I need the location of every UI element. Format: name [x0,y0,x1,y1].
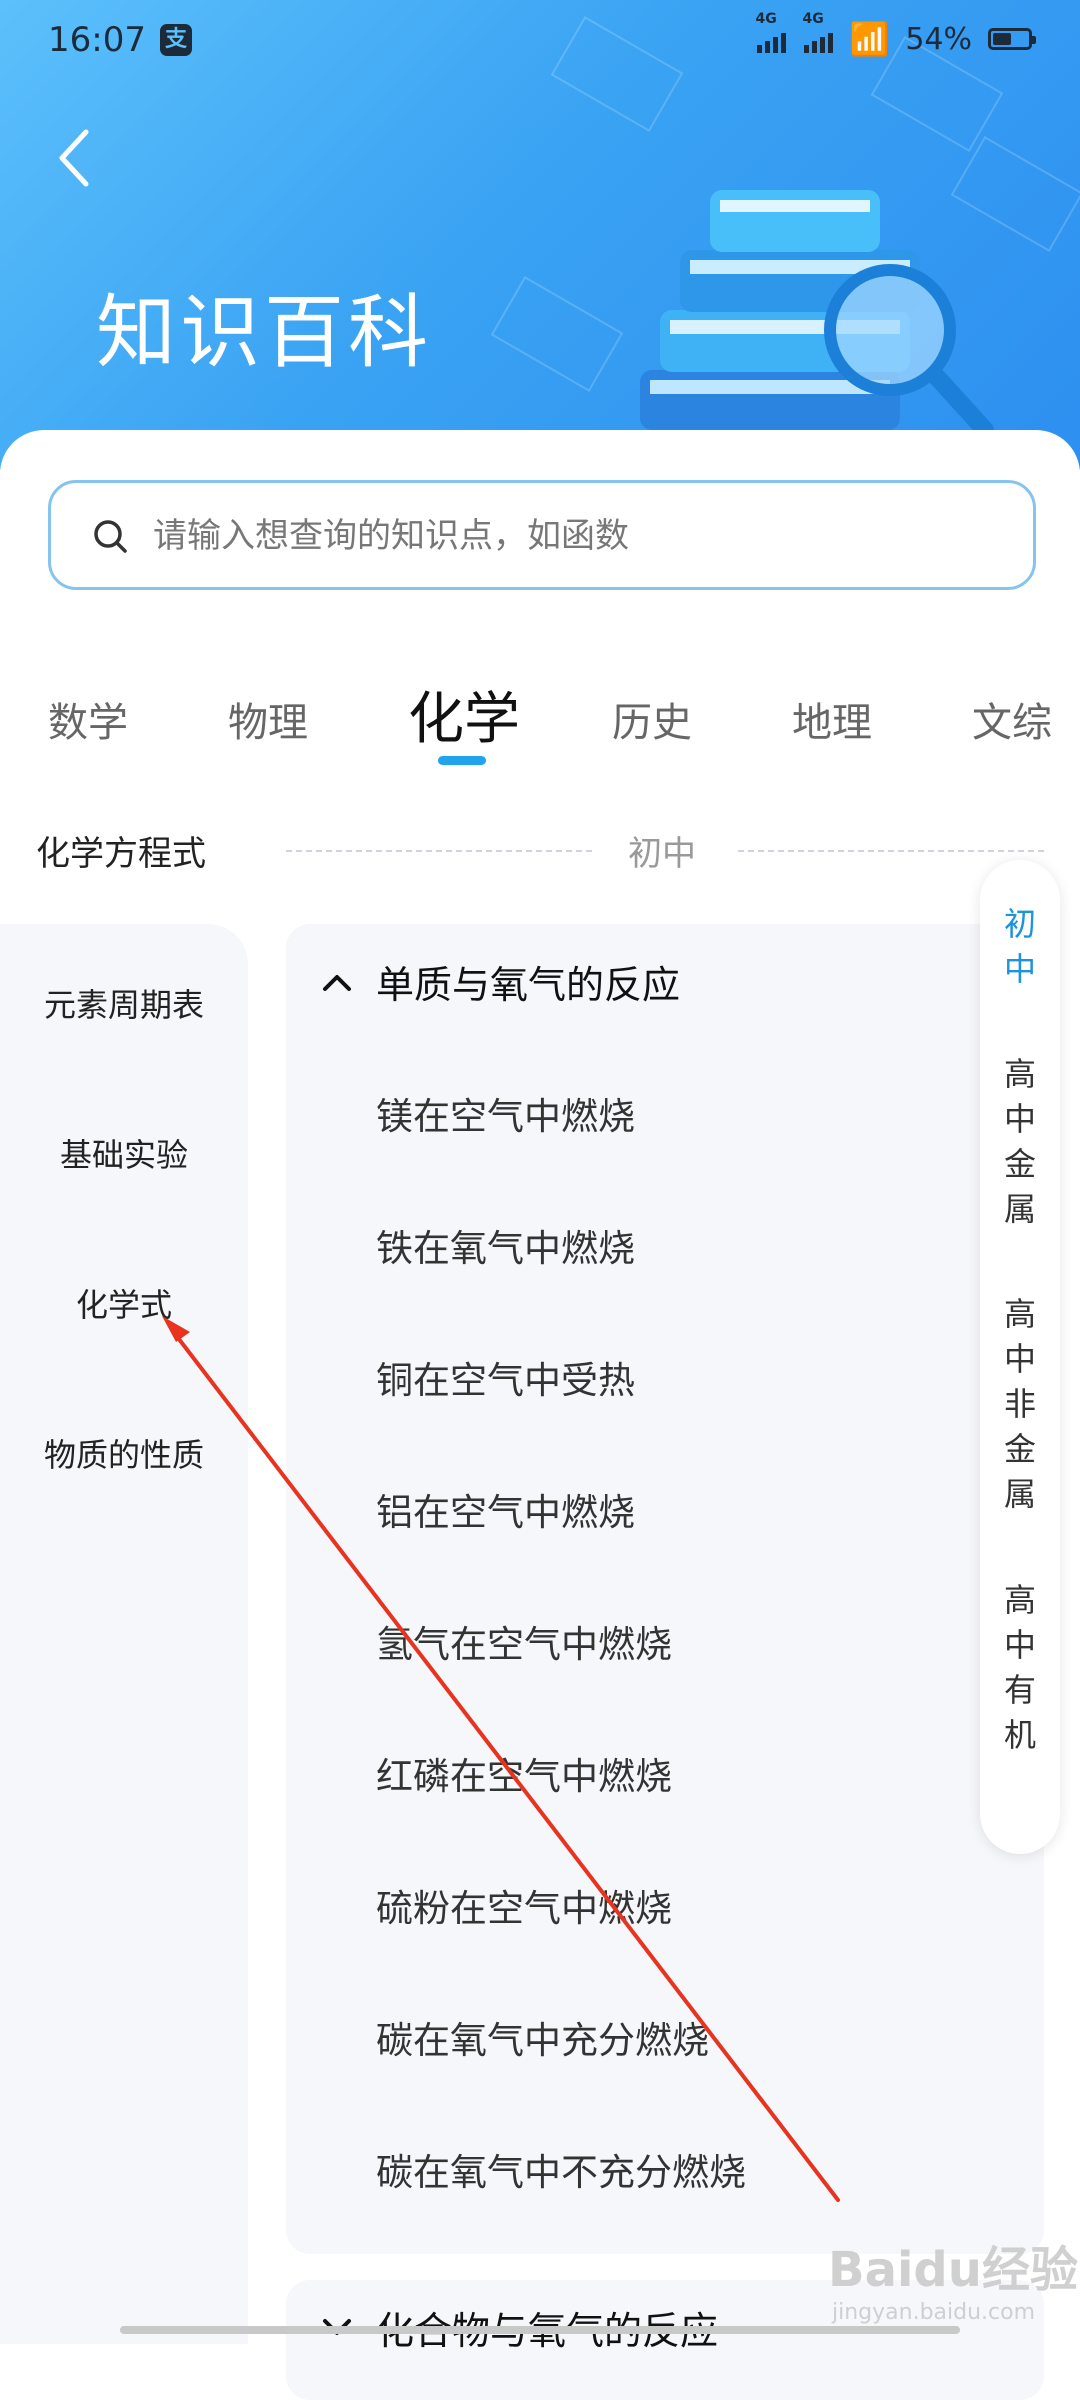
right-nav-char: 属 [1003,1475,1036,1513]
signal-icon: 4G [802,11,834,53]
left-nav-item-substance-properties[interactable]: 物质的性质 [0,1430,248,1476]
tab-history[interactable]: 历史 [612,690,692,748]
left-nav-item-basic-experiments[interactable]: 基础实验 [0,1130,248,1176]
left-nav-item-chemical-formula[interactable]: 化学式 [0,1280,248,1326]
list-item[interactable]: 氢气在空气中燃烧 [376,1614,672,1668]
search-bar[interactable] [48,480,1036,590]
right-nav-char: 金 [1003,1430,1036,1468]
right-nav-char: 初 [1003,905,1036,943]
divider [738,850,1044,852]
active-tab-indicator [438,756,486,765]
subject-tabs: 数学 物理 化学 历史 地理 文综 [0,660,1080,770]
right-nav-char: 非 [1003,1385,1036,1423]
right-nav-item-high-school-nonmetals[interactable]: 高 中 非 金 属 [980,1292,1060,1517]
right-nav-char: 金 [1003,1145,1036,1183]
right-nav-char: 高 [1003,1581,1036,1619]
right-nav-char: 有 [1003,1671,1036,1709]
watermark-text: Baidu经验 [828,2242,1078,2298]
list-item[interactable]: 碳在氧气中充分燃烧 [376,2010,709,2064]
right-nav-char: 中 [1003,950,1036,988]
tab-physics[interactable]: 物理 [228,690,308,748]
right-nav-char: 高 [1003,1295,1036,1333]
tab-chemistry[interactable]: 化学 [408,674,520,755]
right-nav-char: 中 [1003,1626,1036,1664]
page-title: 知识百科 [96,286,432,379]
tab-math[interactable]: 数学 [48,690,128,748]
watermark-url: jingyan.baidu.com [832,2300,1036,2325]
tab-geography[interactable]: 地理 [792,690,872,748]
list-item[interactable]: 镁在空气中燃烧 [376,1086,635,1140]
right-nav-item-junior-high[interactable]: 初 中 [980,902,1060,992]
list-item[interactable]: 红磷在空气中燃烧 [376,1746,672,1800]
list-item[interactable]: 铝在空气中燃烧 [376,1482,635,1536]
list-item[interactable]: 铜在空气中受热 [376,1350,635,1404]
right-nav-char: 中 [1003,1100,1036,1138]
status-time: 16:07 [48,20,146,60]
list-item[interactable]: 碳在氧气中不充分燃烧 [376,2142,746,2196]
group-header[interactable]: 单质与氧气的反应 [322,954,680,1009]
list-item[interactable]: 硫粉在空气中燃烧 [376,1878,672,1932]
group-title: 单质与氧气的反应 [376,963,681,1007]
chevron-up-icon [323,974,351,991]
books-illustration-icon [640,190,994,439]
right-nav-char: 中 [1003,1340,1036,1378]
right-nav-item-high-school-metals[interactable]: 高 中 金 属 [980,1052,1060,1232]
network-label: 4G [755,11,777,27]
battery-icon [988,28,1036,50]
hexagon-decoration [490,276,624,392]
right-nav-item-high-school-organic[interactable]: 高 中 有 机 [980,1578,1060,1758]
tab-liberal-arts[interactable]: 文综 [972,690,1052,748]
watermark: Baidu经验 jingyan.baidu.com [828,2230,1078,2325]
left-nav-item-periodic-table[interactable]: 元素周期表 [0,980,248,1026]
right-level-nav: 初 中 高 中 金 属 高 中 非 金 属 高 中 有 机 [980,860,1060,1854]
level-label: 初中 [628,834,696,874]
gesture-bar[interactable] [120,2326,960,2334]
right-nav-char: 属 [1003,1190,1036,1228]
left-category-nav: 元素周期表 基础实验 化学式 物质的性质 [0,924,248,2344]
header-banner: 16:07 支 4G 4G 📶 54% 知识百科 [0,0,1080,470]
right-nav-char: 高 [1003,1055,1036,1093]
list-item[interactable]: 铁在氧气中燃烧 [376,1218,635,1272]
reaction-group-panel: 单质与氧气的反应 镁在空气中燃烧 铁在氧气中燃烧 铜在空气中受热 铝在空气中燃烧… [286,924,1044,2254]
section-title: 化学方程式 [36,834,206,874]
right-nav-char: 机 [1003,1716,1036,1754]
chevron-left-icon[interactable] [54,128,94,188]
status-bar: 16:07 支 4G 4G 📶 54% [48,11,1036,66]
search-icon [94,520,127,553]
pay-notification-icon: 支 [160,24,192,56]
battery-text: 54% [905,21,972,57]
wifi-icon: 📶 [849,20,890,58]
network-label: 4G [802,11,824,27]
divider [286,850,592,852]
search-input[interactable] [151,503,975,569]
signal-icon: 4G [755,11,787,53]
